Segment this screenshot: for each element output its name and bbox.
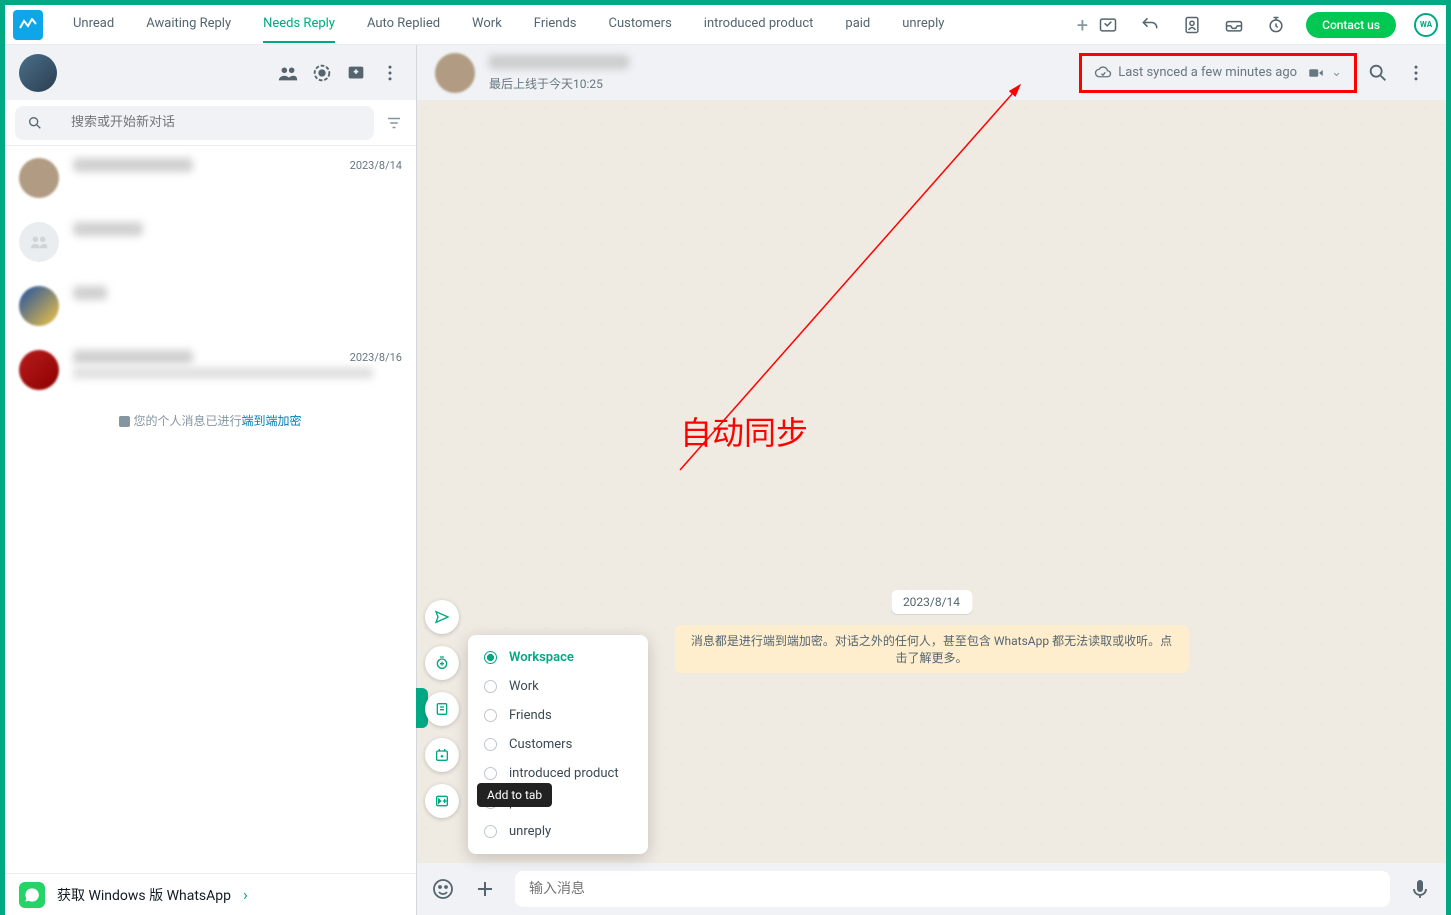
top-bar: Unread Awaiting Reply Needs Reply Auto R… bbox=[5, 5, 1446, 45]
popup-item-work[interactable]: Work bbox=[468, 672, 648, 701]
chat-menu-icon[interactable] bbox=[1404, 61, 1428, 85]
search-icon bbox=[27, 115, 43, 131]
conversation-item[interactable]: 2023/8/16 bbox=[5, 338, 416, 402]
calendar-add-icon[interactable] bbox=[425, 738, 459, 772]
chat-avatar[interactable] bbox=[435, 53, 475, 93]
conv-time: 2023/8/16 bbox=[350, 351, 402, 364]
menu-icon[interactable] bbox=[378, 61, 402, 85]
tab-work[interactable]: Work bbox=[472, 6, 502, 43]
radio-on-icon bbox=[484, 651, 497, 664]
tab-needs-reply[interactable]: Needs Reply bbox=[263, 6, 335, 43]
app-logo bbox=[13, 10, 43, 40]
my-avatar[interactable] bbox=[19, 54, 57, 92]
last-seen: 最后上线于今天10:25 bbox=[489, 75, 1070, 92]
tab-auto-replied[interactable]: Auto Replied bbox=[367, 6, 440, 43]
emoji-icon[interactable] bbox=[431, 877, 455, 901]
search-input[interactable] bbox=[71, 115, 362, 130]
add-to-tab-popup: Workspace Work Friends Customers introdu… bbox=[468, 635, 648, 854]
tab-unreply[interactable]: unreply bbox=[902, 6, 944, 43]
avatar-icon bbox=[19, 350, 59, 390]
popup-workspace[interactable]: Workspace bbox=[468, 643, 648, 672]
search-bar bbox=[5, 100, 416, 146]
search-chat-icon[interactable] bbox=[1366, 61, 1390, 85]
encryption-link[interactable]: 端到端加密 bbox=[242, 414, 302, 428]
conversation-list: 2023/8/14 2023/8/16 您的个人消息已进行端到端加密 bbox=[5, 146, 416, 873]
note-icon[interactable] bbox=[425, 692, 459, 726]
wa-badge-icon[interactable]: WA bbox=[1414, 13, 1438, 37]
sync-status[interactable]: Last synced a few minutes ago ⌄ bbox=[1084, 58, 1352, 88]
whatsapp-icon bbox=[19, 882, 45, 908]
contact-icon[interactable] bbox=[1180, 13, 1204, 37]
side-actions bbox=[425, 600, 459, 818]
send-icon[interactable] bbox=[425, 600, 459, 634]
tab-customers[interactable]: Customers bbox=[609, 6, 672, 43]
annotation-label: 自动同步 bbox=[680, 408, 808, 454]
tab-paid[interactable]: paid bbox=[845, 6, 870, 43]
popup-item-friends[interactable]: Friends bbox=[468, 701, 648, 730]
contact-us-button[interactable]: Contact us bbox=[1306, 12, 1396, 38]
date-chip: 2023/8/14 bbox=[891, 590, 972, 614]
radio-icon bbox=[484, 825, 497, 838]
group-avatar-icon bbox=[19, 222, 59, 262]
tab-friends[interactable]: Friends bbox=[534, 6, 577, 43]
get-desktop-app[interactable]: 获取 Windows 版 WhatsApp › bbox=[5, 873, 416, 915]
footer-text: 获取 Windows 版 WhatsApp bbox=[57, 885, 231, 905]
lock-icon bbox=[119, 416, 130, 427]
conversation-item[interactable] bbox=[5, 274, 416, 338]
conv-time: 2023/8/14 bbox=[350, 159, 402, 172]
filter-icon[interactable] bbox=[382, 111, 406, 135]
chevron-right-icon: › bbox=[243, 885, 248, 904]
cloud-sync-icon bbox=[1094, 64, 1112, 82]
reply-icon[interactable] bbox=[1138, 13, 1162, 37]
conversation-item[interactable]: 2023/8/14 bbox=[5, 146, 416, 210]
tab-awaiting-reply[interactable]: Awaiting Reply bbox=[146, 6, 231, 43]
message-input[interactable] bbox=[515, 871, 1390, 907]
add-tab-button[interactable]: + bbox=[1069, 13, 1096, 37]
workspace-tabs: Unread Awaiting Reply Needs Reply Auto R… bbox=[73, 6, 1069, 43]
radio-icon bbox=[484, 709, 497, 722]
inbox-icon[interactable] bbox=[1222, 13, 1246, 37]
tab-introduced-product[interactable]: introduced product bbox=[704, 6, 814, 43]
tab-unread[interactable]: Unread bbox=[73, 6, 114, 43]
clock-icon[interactable] bbox=[1264, 13, 1288, 37]
radio-icon bbox=[484, 680, 497, 693]
add-to-tab-icon[interactable] bbox=[425, 784, 459, 818]
timer-add-icon[interactable] bbox=[425, 646, 459, 680]
radio-icon bbox=[484, 767, 497, 780]
chat-header: 最后上线于今天10:25 Last synced a few minutes a… bbox=[416, 45, 1446, 100]
assign-icon[interactable] bbox=[1096, 13, 1120, 37]
chat-header-info[interactable]: 最后上线于今天10:25 bbox=[489, 54, 1070, 92]
status-icon[interactable] bbox=[310, 61, 334, 85]
video-icon bbox=[1307, 64, 1325, 82]
avatar-icon bbox=[19, 158, 59, 198]
sidebar-header bbox=[5, 45, 416, 100]
communities-icon[interactable] bbox=[276, 61, 300, 85]
popup-item-unreply[interactable]: unreply bbox=[468, 817, 648, 846]
popup-item-customers[interactable]: Customers bbox=[468, 730, 648, 759]
chevron-down-icon: ⌄ bbox=[1331, 65, 1342, 80]
encryption-bubble[interactable]: 消息都是进行端到端加密。对话之外的任何人，甚至包含 WhatsApp 都无法读取… bbox=[674, 625, 1189, 673]
message-composer bbox=[416, 863, 1446, 915]
add-to-tab-tooltip: Add to tab bbox=[477, 783, 552, 807]
new-chat-icon[interactable] bbox=[344, 61, 368, 85]
mic-icon[interactable] bbox=[1408, 877, 1432, 901]
encryption-notice: 您的个人消息已进行端到端加密 bbox=[5, 402, 416, 439]
conversation-item[interactable] bbox=[5, 210, 416, 274]
avatar-icon bbox=[19, 286, 59, 326]
attach-icon[interactable] bbox=[473, 877, 497, 901]
radio-icon bbox=[484, 738, 497, 751]
